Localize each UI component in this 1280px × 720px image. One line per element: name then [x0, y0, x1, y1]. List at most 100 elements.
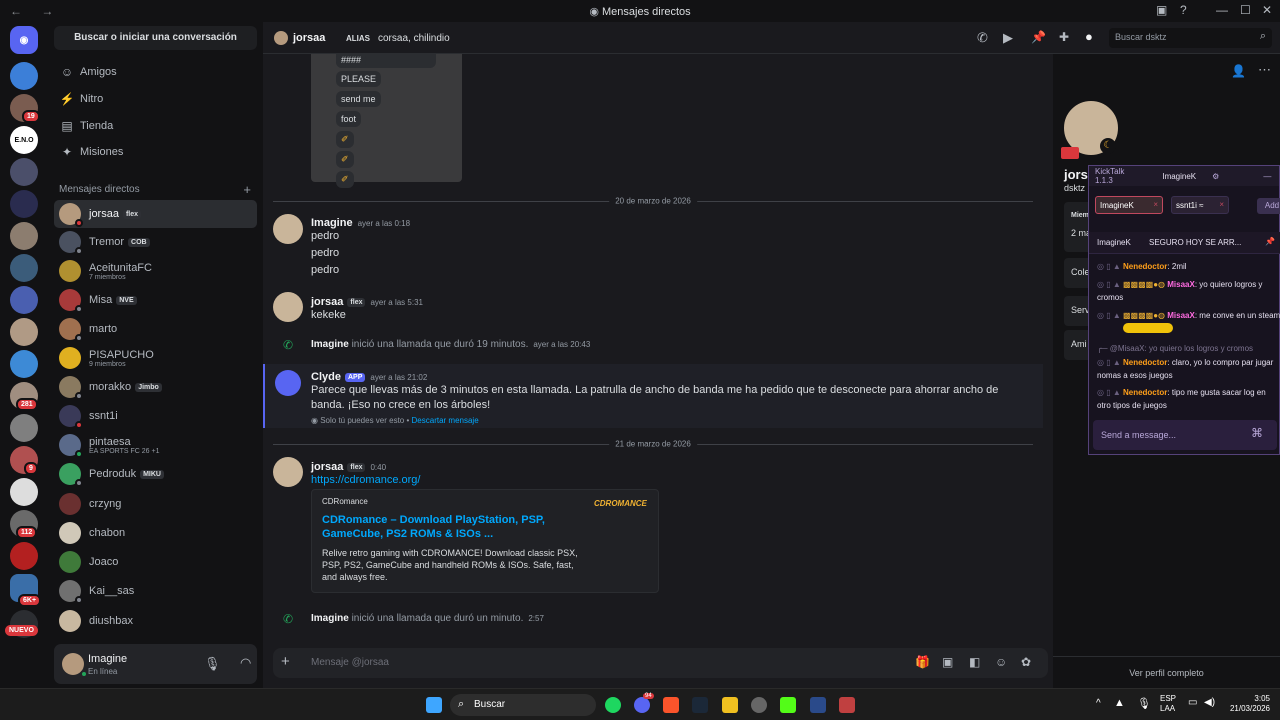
dm-item[interactable]: pintaesa EA SPORTS FC 26 +1 — [54, 431, 257, 459]
app-icon[interactable] — [751, 697, 767, 713]
avatar[interactable] — [273, 292, 303, 322]
close-chip-icon[interactable]: × — [1153, 200, 1158, 209]
embed-site[interactable]: CDRomance — [322, 497, 368, 506]
nav-shop[interactable]: ▤ Tienda — [54, 114, 257, 138]
server-icon[interactable] — [10, 542, 38, 570]
brave-icon[interactable] — [663, 697, 679, 713]
gif-icon[interactable]: ▣ — [942, 655, 953, 669]
server-icon[interactable] — [10, 158, 38, 186]
sticker-icon[interactable]: ◧ — [969, 655, 980, 669]
add-friends-icon[interactable]: ✚ — [1059, 30, 1069, 44]
message-author[interactable]: jorsaa — [311, 461, 343, 473]
taskbar-search[interactable]: ⌕ Buscar — [450, 694, 596, 716]
dm-item[interactable]: AceitunitaFC 7 miembros — [54, 257, 257, 285]
kicktalk-input[interactable]: Send a message... ⌘ — [1093, 420, 1277, 450]
kicktalk-tab[interactable]: ImagineK — [1162, 172, 1196, 181]
add-channel-button[interactable]: Add — [1257, 198, 1280, 214]
pin-icon[interactable]: 📌 — [1031, 30, 1046, 44]
chat-user[interactable]: Nenedoctor — [1123, 262, 1167, 271]
call-icon[interactable]: ✆ — [977, 30, 988, 46]
tray-chevron-icon[interactable]: ^ — [1096, 698, 1101, 709]
inbox-icon[interactable]: ▣ — [1156, 3, 1167, 17]
chat-user[interactable]: Nenedoctor — [1123, 388, 1167, 397]
nav-quests[interactable]: ✦ Misiones — [54, 140, 257, 164]
pinned-message[interactable]: ImagineK SEGURO HOY SE ARR... 📌 — [1089, 232, 1280, 254]
dm-item[interactable]: marto — [54, 315, 257, 343]
nav-friends[interactable]: ☺ Amigos — [54, 60, 257, 84]
chat-user[interactable]: MisaaX — [1167, 311, 1195, 320]
dm-item[interactable]: morakko Jimbo — [54, 373, 257, 401]
system-author[interactable]: Imagine — [311, 339, 349, 350]
clock[interactable]: 3:05 21/03/2026 — [1226, 694, 1270, 714]
home-discord-icon[interactable]: ◉ — [10, 26, 38, 54]
find-conversation-button[interactable]: Buscar o iniciar una conversación — [54, 26, 257, 50]
tray-app-icon[interactable]: ▲ — [1114, 697, 1125, 709]
spotify-icon[interactable] — [605, 697, 621, 713]
dm-item[interactable]: chabon — [54, 519, 257, 547]
view-full-profile-button[interactable]: Ver perfil completo — [1053, 656, 1280, 688]
microphone-icon[interactable]: 🎙 — [204, 656, 221, 672]
avatar[interactable] — [273, 457, 303, 487]
more-icon[interactable]: ⋯ — [1258, 62, 1271, 78]
message-author[interactable]: jorsaa — [311, 296, 343, 308]
eno-server-icon[interactable]: E.N.O — [10, 126, 38, 154]
chat-user[interactable]: Nenedoctor — [1123, 358, 1167, 367]
dm-item[interactable]: Tremor COB — [54, 228, 257, 256]
dismiss-message-link[interactable]: Descartar mensaje — [412, 416, 479, 425]
dm-item[interactable]: Misa NVE — [54, 286, 257, 314]
close-button[interactable]: ✕ — [1262, 3, 1272, 17]
dm-item[interactable]: ssnt1i — [54, 402, 257, 430]
minimize-button[interactable]: — — [1216, 3, 1228, 17]
tray-mic-icon[interactable]: 🎙 — [1137, 697, 1151, 710]
channel-chip[interactable]: ImagineK × — [1095, 196, 1163, 214]
apps-icon[interactable]: ✿ — [1021, 655, 1031, 669]
maximize-button[interactable]: ☐ — [1240, 3, 1251, 17]
system-author[interactable]: Imagine — [311, 613, 349, 624]
server-icon[interactable] — [10, 254, 38, 282]
video-icon[interactable]: ▶ — [1003, 30, 1013, 46]
steam-icon[interactable] — [692, 697, 708, 713]
chat-user[interactable]: MisaaX — [1167, 280, 1195, 289]
reply-user[interactable]: @MisaaX: — [1110, 344, 1147, 353]
message-input[interactable]: + Mensaje @jorsaa 🎁 ▣ ◧ ☺ ✿ — [273, 648, 1048, 678]
kick-icon[interactable] — [780, 697, 796, 713]
channel-name[interactable]: jorsaa — [293, 32, 325, 44]
dm-item[interactable]: Pedroduk MIKU — [54, 460, 257, 488]
headset-icon[interactable]: ◠ — [240, 655, 251, 671]
server-icon[interactable] — [10, 62, 38, 90]
nav-nitro[interactable]: ⚡ Nitro — [54, 87, 257, 111]
settings-gear-icon[interactable]: ⚙ — [1212, 172, 1219, 181]
file-explorer-icon[interactable] — [722, 697, 738, 713]
add-friend-icon[interactable]: 👤 — [1231, 64, 1246, 78]
user-profile-icon[interactable]: ● — [1085, 29, 1093, 44]
volume-icon[interactable]: ◀) — [1204, 697, 1215, 708]
network-icon[interactable]: ▭ — [1188, 697, 1197, 708]
help-icon[interactable]: ? — [1180, 3, 1187, 17]
server-icon[interactable] — [10, 222, 38, 250]
clyde-avatar[interactable] — [275, 370, 301, 396]
message-link[interactable]: https://cdromance.org/ — [311, 474, 420, 486]
dm-item[interactable]: Kai__sas — [54, 577, 257, 605]
avatar[interactable] — [273, 214, 303, 244]
server-icon[interactable] — [10, 190, 38, 218]
attach-plus-icon[interactable]: + — [281, 653, 290, 670]
emoji-icon[interactable]: ☺ — [995, 655, 1007, 669]
dm-item[interactable]: PISAPUCHO 9 miembros — [54, 344, 257, 372]
discord-icon[interactable] — [634, 697, 650, 713]
server-icon[interactable] — [10, 350, 38, 378]
minimize-icon[interactable]: — — [1263, 172, 1271, 181]
create-dm-icon[interactable]: + — [243, 182, 251, 197]
server-icon[interactable] — [10, 414, 38, 442]
server-icon[interactable] — [10, 286, 38, 314]
message-author[interactable]: Imagine — [311, 217, 353, 229]
emote-picker-icon[interactable]: ⌘ — [1251, 426, 1263, 440]
app-icon[interactable] — [810, 697, 826, 713]
language-indicator[interactable]: ESP LAA — [1160, 694, 1176, 714]
server-icon[interactable] — [10, 478, 38, 506]
dm-item[interactable]: diushbax — [54, 607, 257, 635]
winrar-icon[interactable] — [839, 697, 855, 713]
dm-item[interactable]: crzyng — [54, 490, 257, 518]
gift-icon[interactable]: 🎁 — [915, 655, 930, 669]
dm-item[interactable]: Joaco — [54, 548, 257, 576]
windows-start-icon[interactable] — [426, 697, 442, 713]
